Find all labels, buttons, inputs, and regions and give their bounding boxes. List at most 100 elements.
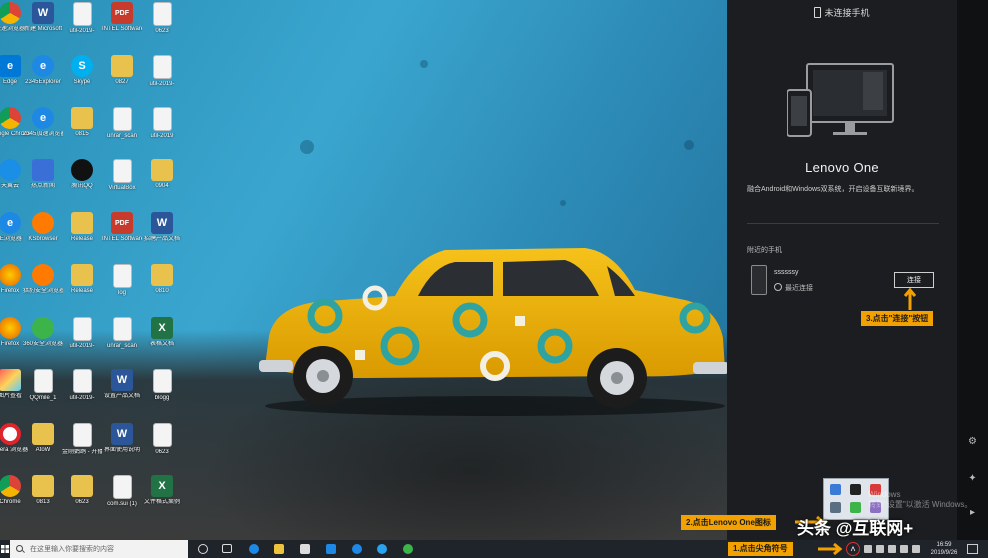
excel-icon: X [151, 475, 173, 497]
desktop-icon[interactable]: e 2345Explorer [23, 55, 63, 107]
windows-start-icon[interactable] [0, 540, 10, 558]
desktop-icon-label: 界面使用说明 [103, 447, 140, 453]
desktop-icon-label: util-2019- [69, 28, 95, 34]
orange-icon [32, 212, 54, 234]
desktop-icon[interactable]: util-2019- [62, 2, 102, 54]
desktop-icon[interactable]: W 招聘产品文档 [142, 212, 182, 264]
desktop-icon[interactable]: 0623 [62, 475, 102, 527]
step3-arrow [903, 288, 917, 310]
app-icon-1[interactable] [352, 544, 362, 554]
volume-icon[interactable] [912, 545, 920, 553]
desktop-icon[interactable]: unrar_scan [102, 107, 142, 159]
desktop-icon-label: 猎豹安全浏览器 [23, 288, 63, 294]
desktop-icon[interactable]: 热点新闻 [23, 159, 63, 211]
word-icon: W [151, 212, 173, 234]
edge-browser-icon[interactable] [249, 544, 259, 554]
desktop-icon[interactable]: QQmile_1 [23, 369, 63, 421]
connection-status: 未连接手机 [727, 6, 957, 19]
network-icon[interactable] [888, 545, 896, 553]
green-icon [32, 317, 54, 339]
desktop-icon[interactable]: 腾讯QQ [62, 159, 102, 211]
desktop-icon[interactable]: com.sui (1) [102, 475, 142, 527]
desktop-icon-label: 0623 [75, 499, 89, 505]
desktop-icon[interactable]: 0813 [23, 475, 63, 527]
opera-icon [0, 423, 21, 445]
desktop-icon[interactable]: blogg [142, 369, 182, 421]
app-tray-icon[interactable] [850, 502, 861, 513]
yellow-car-illustration [259, 248, 729, 416]
cloud-tray-icon[interactable] [830, 502, 841, 513]
cortana-icon[interactable] [198, 544, 208, 554]
file-icon [152, 423, 172, 447]
desktop-icon[interactable]: PDF INTEL Software [102, 212, 142, 264]
desktop-icon[interactable]: util-2019- [62, 369, 102, 421]
device-name: ssssssy [774, 269, 799, 276]
show-hidden-icons-chevron-up-icon[interactable]: ˄ [846, 542, 860, 556]
desktop-icon[interactable]: 360安全浏览器 [23, 317, 63, 369]
desktop-icon[interactable]: 猎豹安全浏览器 [23, 264, 63, 316]
desktop-icon[interactable]: W 设置产品文档 [102, 369, 142, 421]
desktop-icon[interactable]: unrar_scan [102, 317, 142, 369]
desktop-icon[interactable]: AtoW [23, 423, 63, 475]
desktop-icon[interactable]: S Skype [62, 55, 102, 107]
file-icon [72, 2, 92, 26]
desktop-icon[interactable]: log [102, 264, 142, 316]
lenovo-one-panel: 未连接手机 Lenovo One 融合Android和Windows双系统，开启… [727, 0, 957, 540]
desktop-icon[interactable]: util-2019- [142, 55, 182, 107]
desktop-icon[interactable]: 0623 [142, 423, 182, 475]
word-icon: W [32, 2, 54, 24]
store-icon[interactable] [300, 544, 310, 554]
desktop-icon-label: AtoW [35, 447, 51, 453]
excel-icon: X [151, 317, 173, 339]
desktop-icon[interactable]: Release [62, 212, 102, 264]
desktop-icon-label: Release [70, 288, 93, 294]
desktop-icon-label: Skype [73, 79, 91, 85]
desktop-icon[interactable]: W 新建 Microsoft [23, 2, 63, 54]
desktop-icon-label: INTEL Software [102, 236, 142, 242]
wifi-icon[interactable] [900, 545, 908, 553]
photo-icon [0, 369, 21, 391]
desktop-icon-label: 热点新闻 [30, 183, 55, 189]
notification-icon[interactable] [967, 544, 978, 554]
desktop-icon[interactable]: 0815 [62, 107, 102, 159]
ie-taskbar-icon[interactable] [377, 544, 387, 554]
desktop-icon[interactable]: X 表格文档 [142, 317, 182, 369]
connect-button[interactable]: 连接 [894, 272, 934, 288]
desktop-icon[interactable]: 0810 [142, 264, 182, 316]
desktop-icon[interactable]: 金刚鹦鹉 - 开播音频 [62, 423, 102, 475]
battery-icon[interactable] [876, 545, 884, 553]
lenovo-one-tray-icon[interactable] [850, 484, 861, 495]
taskbar-search-input[interactable]: 在这里输入你要搜索的内容 [10, 540, 188, 558]
desktop-icon[interactable]: e 2345加速浏览器 [23, 107, 63, 159]
connection-status-text: 未连接手机 [824, 8, 870, 18]
desktop-icon[interactable]: X 文件格式案例 [142, 475, 182, 527]
desktop-icon[interactable]: util-2019- [62, 317, 102, 369]
bluetooth-icon[interactable] [830, 484, 841, 495]
desktop-icon[interactable]: util-2019 [142, 107, 182, 159]
desktop-icon-label: log [117, 290, 126, 296]
desktop-icon[interactable]: Release [62, 264, 102, 316]
mail-icon[interactable] [326, 544, 336, 554]
task-view-icon[interactable] [222, 544, 232, 553]
desktop-icon-label: com.sui (1) [107, 501, 137, 507]
app-icon-2[interactable] [403, 544, 413, 554]
desktop-icon[interactable]: PDF INTEL Software [102, 2, 142, 54]
file-explorer-icon[interactable] [274, 544, 284, 554]
desktop-icon[interactable]: VirtualBox [102, 159, 142, 211]
desktop-icon[interactable]: 0904 [142, 159, 182, 211]
desktop-icon[interactable]: 0827 [102, 55, 142, 107]
file-icon [152, 2, 172, 26]
settings-gear-icon[interactable]: ⚙ [967, 436, 978, 447]
ie-icon: e [32, 107, 54, 129]
desktop-icon[interactable]: W 界面使用说明 [102, 423, 142, 475]
pin-icon[interactable]: ✦ [967, 473, 978, 484]
step1-callout: 1.点击尖角符号 [728, 542, 793, 556]
nearby-phones-label: 附近的手机 [747, 247, 782, 254]
lenovo-tray-icon[interactable] [864, 545, 872, 553]
desktop-icon[interactable]: 0623 [142, 2, 182, 54]
desktop-icon-label: 0827 [115, 79, 129, 85]
desktop-icon[interactable]: KSbrowser [23, 212, 63, 264]
firefox-icon [0, 317, 21, 339]
chrome-icon [0, 107, 21, 129]
taskbar-clock[interactable]: 16:59 2019/9/26 [926, 541, 962, 557]
